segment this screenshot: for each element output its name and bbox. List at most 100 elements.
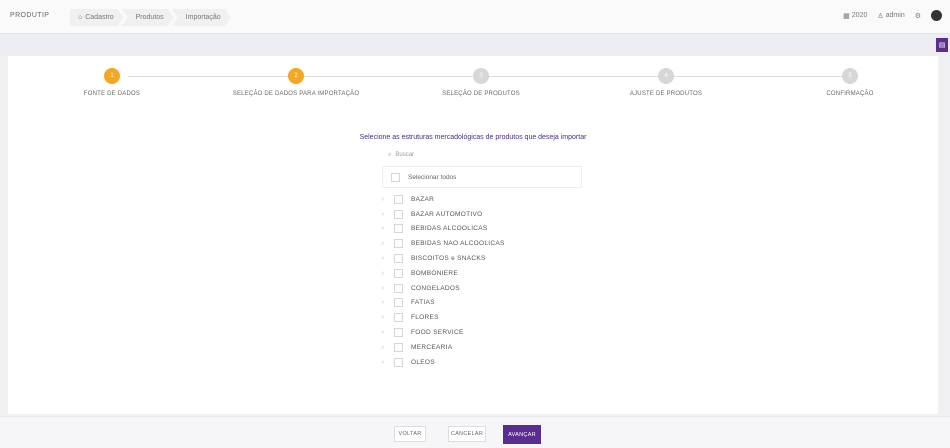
tree-item-label: BAZAR bbox=[411, 195, 435, 203]
app-title: PRODUTIP bbox=[10, 12, 50, 19]
step-confirmacao: 5 CONFIRMAÇÃO bbox=[755, 68, 945, 97]
gear-icon: ⚙ bbox=[914, 12, 921, 20]
expand-icon[interactable]: › bbox=[378, 285, 388, 292]
tree-item-label: BOMBONIERE bbox=[411, 269, 459, 277]
expand-icon[interactable]: › bbox=[378, 344, 388, 351]
tree-item-checkbox[interactable] bbox=[394, 298, 403, 308]
step-label: AJUSTE DE PRODUTOS bbox=[629, 91, 703, 97]
tree-item[interactable]: › BEBIDAS ALCOOLICAS bbox=[378, 222, 598, 237]
select-all-checkbox[interactable] bbox=[391, 172, 400, 182]
tree-item-checkbox[interactable] bbox=[394, 268, 403, 278]
breadcrumb-item-cadastro[interactable]: ⌂ Cadastro bbox=[70, 9, 124, 26]
expand-icon[interactable]: › bbox=[378, 314, 388, 321]
side-panel-toggle-button[interactable]: ▤ bbox=[936, 38, 948, 52]
tree-item-label: BAZAR AUTOMOTIVO bbox=[411, 210, 483, 218]
stepper: 1 FONTE DE DADOS 2 SELEÇÃO DE DADOS PARA… bbox=[8, 68, 938, 108]
date-selector[interactable]: ▦ 2020 bbox=[843, 12, 867, 20]
tree-item[interactable]: › BEBIDAS NAO ALCOOLICAS bbox=[378, 236, 598, 251]
date-label: 2020 bbox=[851, 12, 868, 19]
tree-item-checkbox[interactable] bbox=[394, 342, 403, 352]
expand-icon[interactable]: › bbox=[378, 211, 388, 218]
expand-icon[interactable]: › bbox=[378, 299, 388, 306]
select-all-label: Selecionar todos bbox=[408, 173, 457, 181]
tree-item-checkbox[interactable] bbox=[394, 357, 403, 367]
breadcrumb-label: Cadastro bbox=[85, 14, 114, 21]
step-selecao-de-produtos: 3 SELEÇÃO DE PRODUTOS bbox=[386, 68, 576, 97]
select-all-row[interactable]: Selecionar todos bbox=[382, 166, 582, 188]
tree-item-label: FATIAS bbox=[411, 299, 435, 307]
step-dot: 5 bbox=[842, 68, 858, 84]
top-right-tools: ▦ 2020 ♙ admin ⚙ bbox=[843, 10, 942, 21]
tree-item-checkbox[interactable] bbox=[394, 209, 403, 219]
tree-item-label: OLEOS bbox=[411, 358, 435, 366]
step-dot: 3 bbox=[473, 68, 489, 84]
breadcrumb-item-produtos[interactable]: Produtos bbox=[122, 9, 174, 26]
expand-icon[interactable]: › bbox=[378, 270, 388, 277]
calendar-icon: ▦ bbox=[843, 12, 850, 20]
tree-item-label: FLORES bbox=[411, 314, 439, 322]
step-ajuste-de-produtos: 4 AJUSTE DE PRODUTOS bbox=[571, 68, 761, 97]
expand-icon[interactable]: › bbox=[378, 225, 388, 232]
tree-item-checkbox[interactable] bbox=[394, 313, 403, 323]
breadcrumb-label: Produtos bbox=[135, 14, 164, 21]
breadcrumb: ⌂ Cadastro Produtos Importação bbox=[70, 9, 229, 26]
step-dot: 4 bbox=[658, 68, 674, 84]
tree-item-label: CONGELADOS bbox=[411, 284, 460, 292]
tree-search-input[interactable]: ⌕ Buscar bbox=[382, 148, 562, 162]
avatar[interactable] bbox=[931, 10, 942, 21]
step-label: SELEÇÃO DE DADOS PARA IMPORTAÇÃO bbox=[232, 91, 360, 97]
wizard-footer: VOLTAR CANCELAR AVANÇAR bbox=[0, 416, 950, 448]
tree-item-checkbox[interactable] bbox=[394, 283, 403, 293]
breadcrumb-item-importacao[interactable]: Importação bbox=[172, 9, 231, 26]
tree-item[interactable]: › MERCEARIA bbox=[378, 340, 598, 355]
tree-item[interactable]: › BOMBONIERE bbox=[378, 266, 598, 281]
tree-item[interactable]: › FOOD SERVICE bbox=[378, 325, 598, 340]
tree-item-checkbox[interactable] bbox=[394, 239, 403, 249]
step-fonte-de-dados: 1 FONTE DE DADOS bbox=[17, 68, 207, 97]
tree-item[interactable]: › FLORES bbox=[378, 310, 598, 325]
tree-item[interactable]: › BAZAR AUTOMOTIVO bbox=[378, 207, 598, 222]
breadcrumb-label: Importação bbox=[185, 14, 221, 21]
home-icon: ⌂ bbox=[78, 14, 83, 21]
category-tree: › BAZAR › BAZAR AUTOMOTIVO › BEBIDAS ALCOOLIC… bbox=[378, 192, 598, 370]
tree-item-label: BEBIDAS NAO ALCOOLICAS bbox=[411, 240, 505, 248]
tree-item[interactable]: › OLEOS bbox=[378, 355, 598, 370]
tree-item-label: FOOD SERVICE bbox=[411, 329, 464, 337]
grid-icon: ▤ bbox=[938, 42, 946, 49]
user-icon: ♙ bbox=[877, 12, 884, 20]
step-label: FONTE DE DADOS bbox=[83, 91, 141, 97]
expand-icon[interactable]: › bbox=[378, 329, 388, 336]
tree-item-label: BEBIDAS ALCOOLICAS bbox=[411, 225, 488, 233]
user-label: admin bbox=[885, 12, 905, 19]
import-wizard-card: 1 FONTE DE DADOS 2 SELEÇÃO DE DADOS PARA… bbox=[8, 56, 938, 414]
selection-prompt: Selecione as estruturas mercadológicas d… bbox=[359, 134, 587, 141]
next-button[interactable]: AVANÇAR bbox=[503, 425, 541, 444]
tree-item[interactable]: › FATIAS bbox=[378, 296, 598, 311]
step-selecao-de-dados: 2 SELEÇÃO DE DADOS PARA IMPORTAÇÃO bbox=[201, 68, 391, 97]
tree-item-checkbox[interactable] bbox=[394, 254, 403, 264]
tree-item[interactable]: › BISCOITOS e SNACKS bbox=[378, 251, 598, 266]
cancel-button[interactable]: CANCELAR bbox=[448, 426, 486, 442]
search-placeholder: Buscar bbox=[395, 152, 415, 158]
expand-icon[interactable]: › bbox=[378, 255, 388, 262]
sub-header-bar bbox=[0, 35, 950, 55]
back-button[interactable]: VOLTAR bbox=[394, 426, 426, 442]
step-label: CONFIRMAÇÃO bbox=[826, 91, 874, 97]
step-label: SELEÇÃO DE PRODUTOS bbox=[442, 91, 520, 97]
tree-item-label: MERCEARIA bbox=[411, 343, 453, 351]
top-bar: PRODUTIP ⌂ Cadastro Produtos Importação … bbox=[0, 0, 950, 34]
expand-icon[interactable]: › bbox=[378, 196, 388, 203]
expand-icon[interactable]: › bbox=[378, 359, 388, 366]
tree-item-checkbox[interactable] bbox=[394, 224, 403, 234]
user-menu[interactable]: ♙ admin bbox=[877, 12, 904, 20]
step-dot: 2 bbox=[288, 68, 304, 84]
step-dot: 1 bbox=[104, 68, 120, 84]
tree-item-checkbox[interactable] bbox=[394, 194, 403, 204]
tree-item-label: BISCOITOS e SNACKS bbox=[411, 255, 486, 263]
settings-button[interactable]: ⚙ bbox=[915, 12, 921, 20]
search-icon: ⌕ bbox=[388, 151, 392, 158]
tree-item-checkbox[interactable] bbox=[394, 328, 403, 338]
tree-item[interactable]: › CONGELADOS bbox=[378, 281, 598, 296]
tree-item[interactable]: › BAZAR bbox=[378, 192, 598, 207]
expand-icon[interactable]: › bbox=[378, 240, 388, 247]
